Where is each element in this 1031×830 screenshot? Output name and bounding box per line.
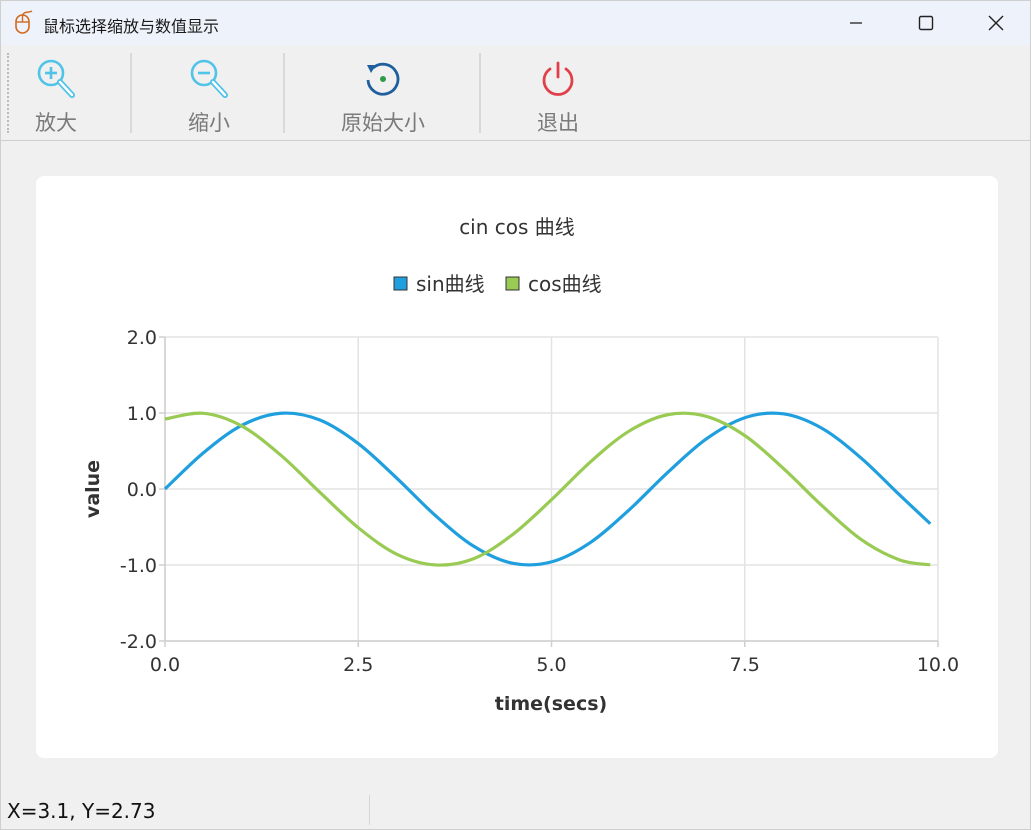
toolbar-grip[interactable]: [7, 53, 9, 133]
reset-zoom-label: 原始大小: [341, 111, 425, 135]
tick-labels: 0.0 2.5 5.0 7.5 10.0 2.0 1.0 0.0 -1.0 -2.0: [120, 327, 959, 676]
status-bar: X=3.1, Y=2.73: [1, 789, 1030, 829]
maximize-icon: [918, 15, 934, 31]
zoom-out-button[interactable]: 缩小: [178, 49, 240, 137]
y-tick-label: 0.0: [127, 479, 157, 501]
power-icon: [542, 61, 574, 96]
title-bar: 鼠标选择缩放与数值显示: [1, 1, 1030, 45]
exit-label: 退出: [537, 111, 579, 135]
minimize-icon: [850, 22, 862, 24]
legend-marker-sin: [393, 276, 408, 291]
grid-lines: [164, 336, 939, 642]
chart-canvas[interactable]: cin cos 曲线 sin曲线 cos曲线 0.0 2.5 5.0 7.5 10.0 2…: [36, 176, 998, 758]
maximize-button[interactable]: [891, 1, 961, 45]
cursor-coordinates: X=3.1, Y=2.73: [7, 799, 156, 823]
legend-label-sin[interactable]: sin曲线: [416, 272, 485, 296]
y-tick-label: 2.0: [127, 327, 157, 349]
legend-marker-cos: [505, 276, 520, 291]
chart-view[interactable]: cin cos 曲线 sin曲线 cos曲线 0.0 2.5 5.0 7.5 10.0 2…: [36, 176, 998, 758]
zoom-in-label: 放大: [35, 111, 77, 135]
legend-label-cos[interactable]: cos曲线: [528, 272, 602, 296]
axes: [159, 336, 939, 647]
x-tick-label: 2.5: [343, 654, 373, 676]
exit-button[interactable]: 退出: [527, 49, 589, 137]
toolbar-separator: [479, 53, 481, 133]
reset-zoom-button[interactable]: 原始大小: [335, 49, 431, 137]
toolbar: 放大 缩小 原始大小 退出: [1, 45, 1030, 141]
close-button[interactable]: [961, 1, 1031, 45]
chart-legend: sin曲线 cos曲线: [393, 272, 602, 296]
window-title: 鼠标选择缩放与数值显示: [43, 17, 220, 36]
x-axis-title: time(secs): [495, 693, 607, 715]
close-icon: [988, 15, 1004, 31]
zoom-out-label: 缩小: [188, 111, 230, 135]
status-separator: [369, 795, 370, 825]
x-tick-label: 10.0: [917, 654, 959, 676]
reset-icon: [366, 62, 400, 96]
y-axis-title: value: [82, 460, 104, 518]
y-tick-label: -2.0: [120, 631, 157, 653]
mouse-icon: [15, 10, 33, 34]
x-tick-label: 5.0: [536, 654, 566, 676]
minimize-button[interactable]: [821, 1, 891, 45]
x-tick-label: 0.0: [150, 654, 180, 676]
app-window: 鼠标选择缩放与数值显示 放大 缩小 原始大小 退出 cin cos 曲线 sin…: [0, 0, 1031, 830]
toolbar-separator: [130, 53, 132, 133]
zoom-in-icon: [37, 59, 75, 98]
x-tick-label: 7.5: [730, 654, 760, 676]
zoom-in-button[interactable]: 放大: [25, 49, 87, 137]
chart-title: cin cos 曲线: [459, 215, 575, 239]
y-tick-label: 1.0: [127, 403, 157, 425]
y-tick-label: -1.0: [120, 555, 157, 577]
zoom-out-icon: [190, 59, 228, 98]
toolbar-separator: [283, 53, 285, 133]
